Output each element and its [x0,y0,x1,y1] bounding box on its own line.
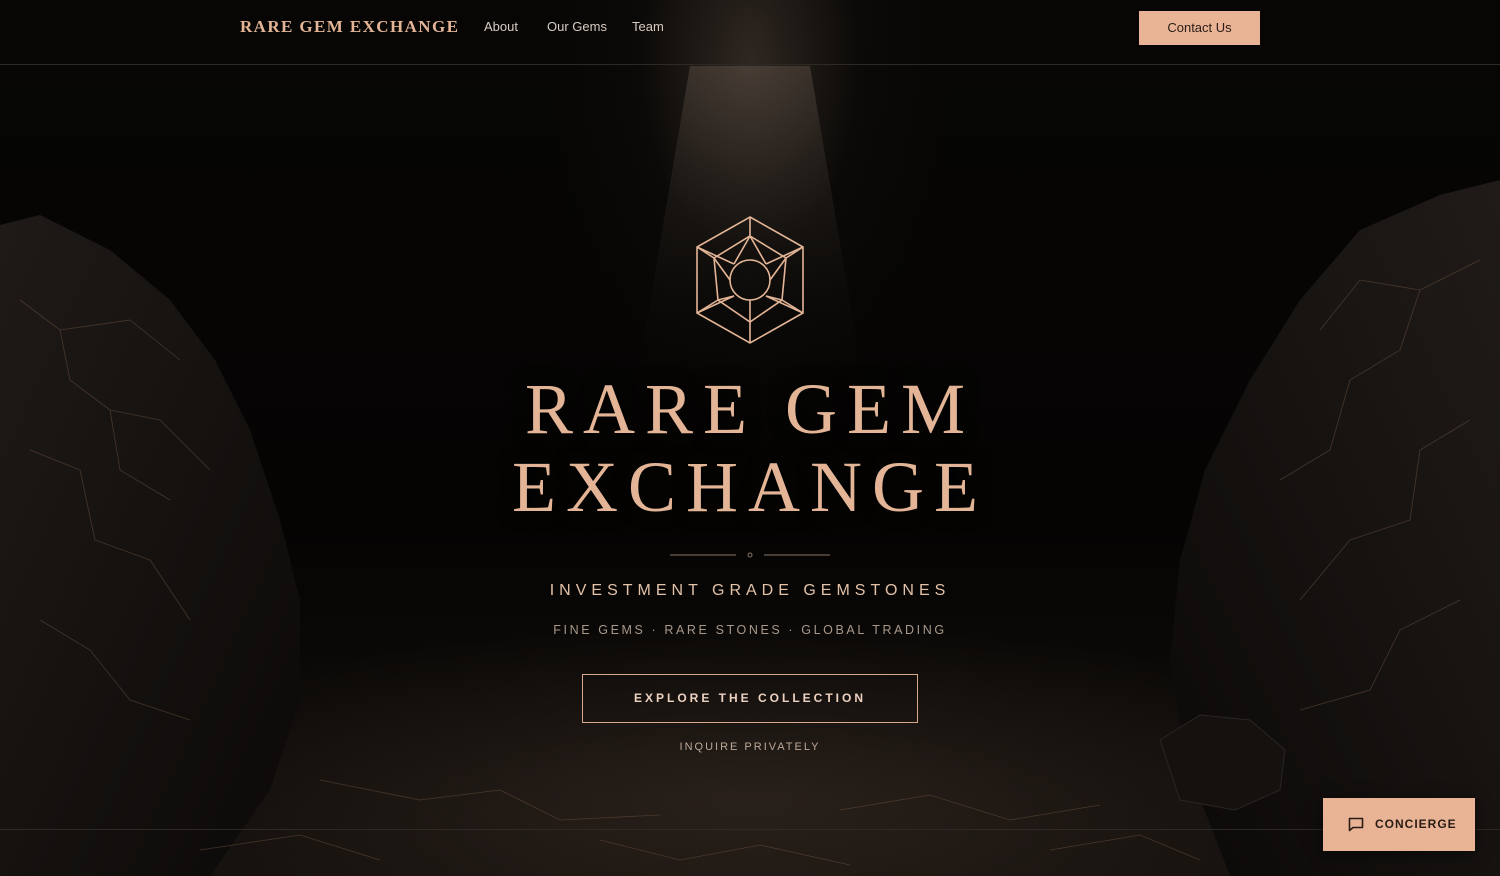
section-divider-line [0,829,1500,830]
hero-title-line-1: RARE GEM [524,369,976,449]
hero-subline: FINE GEMS · RARE STONES · GLOBAL TRADING [553,623,947,637]
concierge-button[interactable]: CONCIERGE [1323,798,1475,851]
explore-collection-button[interactable]: EXPLORE THE COLLECTION [582,674,918,723]
nav-link-about[interactable]: About [484,19,518,34]
concierge-label: CONCIERGE [1375,817,1457,831]
inquire-privately-link[interactable]: INQUIRE PRIVATELY [600,741,900,753]
hero-title-line-2: EXCHANGE [512,447,988,527]
chat-bubble-icon [1348,817,1364,832]
contact-us-button[interactable]: Contact Us [1139,11,1260,45]
hero-tagline: INVESTMENT GRADE GEMSTONES [549,582,951,599]
nav-link-team[interactable]: Team [632,19,664,34]
brand-logo[interactable]: RARE GEM EXCHANGE [240,17,459,37]
nav-link-our-gems[interactable]: Our Gems [547,19,607,34]
hero-title: RARE GEM EXCHANGE [400,370,1100,526]
ornament-divider [670,552,830,558]
top-navbar: RARE GEM EXCHANGE About Our Gems Team Co… [0,0,1500,65]
gem-hexagon-icon [696,216,804,344]
